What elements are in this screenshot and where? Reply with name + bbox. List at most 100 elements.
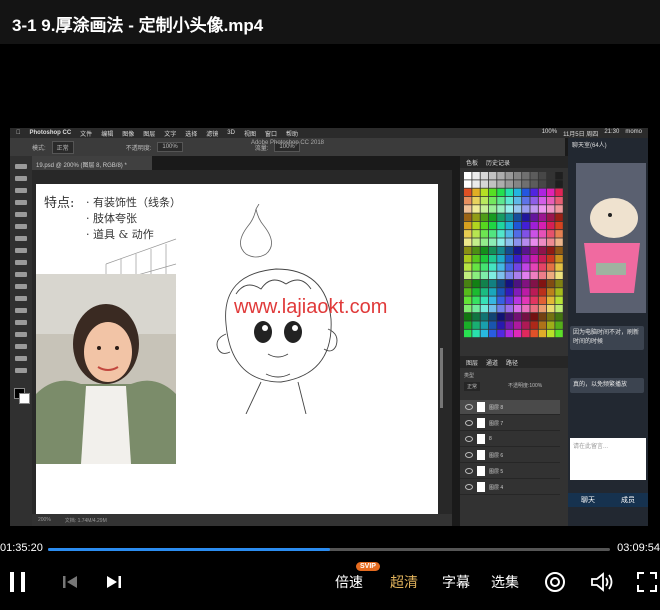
- layer-row[interactable]: 图层 5: [460, 464, 560, 479]
- color-swatch: [555, 304, 563, 313]
- color-swatch: [547, 255, 555, 263]
- chat-image: [576, 163, 646, 313]
- color-swatch: [464, 296, 472, 304]
- color-swatch: [513, 213, 522, 221]
- color-swatch: [472, 246, 480, 255]
- color-swatch: [488, 238, 497, 246]
- note-line: · 有装饰性（线条）: [86, 196, 181, 209]
- layer-row[interactable]: 图层 8: [460, 400, 560, 415]
- color-swatch: [522, 279, 530, 288]
- color-swatch: [530, 188, 538, 197]
- fullscreen-icon[interactable]: [636, 571, 658, 593]
- color-swatch: [464, 172, 472, 180]
- color-swatch: [497, 196, 505, 205]
- speed-button[interactable]: 倍速: [335, 572, 363, 592]
- color-swatch: [513, 279, 522, 288]
- chat-input[interactable]: 请在此留言...: [570, 438, 646, 480]
- zoom-level: 200%: [38, 517, 51, 523]
- color-swatch: [522, 313, 530, 321]
- color-swatch: [472, 321, 480, 329]
- color-swatch: [555, 321, 563, 329]
- previous-icon[interactable]: [62, 574, 78, 590]
- color-swatch: [555, 296, 563, 304]
- color-swatch: [522, 329, 530, 338]
- chat-message: 真的，以免频繁播放: [570, 378, 644, 393]
- color-swatch: [488, 321, 497, 329]
- color-swatch: [513, 296, 522, 304]
- color-swatch: [488, 296, 497, 304]
- color-swatch: [555, 172, 563, 180]
- color-swatch: [522, 296, 530, 304]
- color-swatch: [505, 213, 513, 221]
- color-swatch: [555, 196, 563, 205]
- color-swatch: [505, 180, 513, 188]
- color-swatch: [522, 180, 530, 188]
- color-swatch: [538, 188, 547, 197]
- color-swatch: [538, 180, 547, 188]
- color-swatch: [555, 255, 563, 263]
- tab-members[interactable]: 成员: [621, 495, 635, 505]
- volume-icon[interactable]: [590, 571, 614, 593]
- color-swatch: [505, 313, 513, 321]
- color-swatch: [497, 238, 505, 246]
- quality-button[interactable]: 超清: [390, 572, 418, 592]
- layer-row[interactable]: 图层 6: [460, 448, 560, 463]
- color-swatch: [530, 180, 538, 188]
- tab-chat[interactable]: 聊天: [581, 495, 595, 505]
- color-swatch: [480, 296, 489, 304]
- menu-item: 图像: [117, 131, 134, 138]
- menu-item: 选择: [180, 131, 197, 138]
- layer-row[interactable]: 8: [460, 432, 560, 447]
- color-swatch: [505, 321, 513, 329]
- title-bar: 3-1 9.厚涂画法 - 定制小头像.mp4: [0, 0, 660, 44]
- color-swatch: [547, 238, 555, 246]
- next-icon[interactable]: [106, 574, 122, 590]
- color-swatch: [547, 288, 555, 296]
- lasso-tool-icon: [15, 188, 27, 193]
- color-swatch: [488, 255, 497, 263]
- color-swatch: [472, 296, 480, 304]
- magic-wand-tool-icon: [15, 200, 27, 205]
- color-swatch: [538, 304, 547, 313]
- color-swatch: [488, 246, 497, 255]
- marquee-tool-icon: [15, 176, 27, 181]
- ps-panels: 色板 历史记录 图层 通道 路径 类型 正常 不透明度:100% 图层 8 图层…: [460, 156, 568, 526]
- color-swatch: [464, 230, 472, 238]
- clock-status: 21:30: [604, 128, 620, 135]
- color-swatch: [513, 288, 522, 296]
- blur-tool-icon: [15, 284, 27, 289]
- color-swatch: [513, 221, 522, 230]
- layer-row[interactable]: 图层 4: [460, 480, 560, 495]
- color-swatch: [513, 230, 522, 238]
- video-frame[interactable]:  Photoshop CC 文件 编辑 图像 图层 文字 选择 滤镜 3D 视…: [10, 128, 648, 526]
- color-swatch: [488, 329, 497, 338]
- layers-tab: 图层: [466, 360, 479, 367]
- color-swatch: [505, 230, 513, 238]
- color-swatch: [472, 196, 480, 205]
- user-status: momo: [625, 128, 642, 135]
- color-swatch: [497, 288, 505, 296]
- color-swatch: [464, 313, 472, 321]
- color-swatch: [538, 279, 547, 288]
- episodes-button[interactable]: 选集: [491, 572, 519, 592]
- settings-icon[interactable]: [544, 571, 566, 593]
- swatches-tabs: 色板 历史记录: [460, 156, 568, 168]
- color-swatch: [497, 263, 505, 271]
- color-swatch: [488, 180, 497, 188]
- layer-row[interactable]: 图层 7: [460, 416, 560, 431]
- color-swatch: [522, 288, 530, 296]
- color-swatch: [472, 288, 480, 296]
- color-swatch: [555, 230, 563, 238]
- color-swatch: [513, 196, 522, 205]
- color-swatch: [530, 196, 538, 205]
- color-swatch: [530, 172, 538, 180]
- color-swatch: [555, 205, 563, 213]
- color-swatch: [547, 313, 555, 321]
- pause-icon[interactable]: [8, 570, 28, 594]
- menubar-app-name: Photoshop CC: [25, 130, 72, 136]
- color-swatch: [472, 304, 480, 313]
- move-tool-icon: [15, 164, 27, 169]
- color-swatch: [472, 263, 480, 271]
- menu-item: 编辑: [96, 131, 113, 138]
- subtitle-button[interactable]: 字幕: [442, 572, 470, 592]
